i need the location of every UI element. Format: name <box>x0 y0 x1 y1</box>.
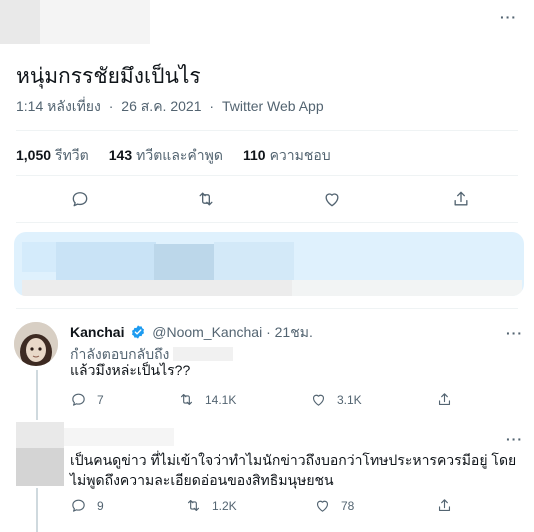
quotes-count: 143 <box>108 147 133 163</box>
retweet-icon <box>180 393 193 406</box>
redacted-display-name[interactable] <box>64 428 174 446</box>
more-options-icon[interactable]: ··· <box>506 432 523 446</box>
redacted-block <box>214 242 294 282</box>
reply-count: 7 <box>97 392 104 407</box>
redacted-author-header <box>0 0 150 44</box>
retweet-icon[interactable] <box>196 189 218 211</box>
tweet-actions <box>0 185 534 215</box>
reply-icon <box>72 393 85 406</box>
more-options-icon[interactable]: ··· <box>506 326 523 340</box>
retweets-count: 1,050 <box>16 147 52 163</box>
like-icon <box>312 394 325 406</box>
reply-icon <box>72 499 85 512</box>
redacted-block <box>22 280 292 296</box>
reply-time[interactable]: 21ชม. <box>275 324 313 340</box>
reply-icon[interactable] <box>70 189 92 211</box>
tweet-date[interactable]: 26 ส.ค. 2021 <box>121 96 201 118</box>
like-icon[interactable] <box>322 189 344 211</box>
thread-line <box>36 370 38 420</box>
redacted-block <box>56 242 156 282</box>
redacted-avatar[interactable] <box>16 422 64 486</box>
meta-separator: · <box>266 324 271 340</box>
reply-text: แล้วมึงหล่ะเป็นไร?? <box>70 362 191 378</box>
more-options-icon[interactable]: ··· <box>500 10 517 24</box>
meta-separator: · <box>209 98 215 114</box>
likes-label: ความชอบ <box>269 147 331 163</box>
share-icon[interactable] <box>451 189 473 211</box>
tweet-source[interactable]: Twitter Web App <box>222 98 324 114</box>
verified-badge-icon <box>130 324 146 340</box>
retweet-icon <box>187 499 200 512</box>
share-action[interactable] <box>436 391 453 408</box>
user-handle[interactable]: @Noom_Kanchai <box>152 324 262 340</box>
like-count: 3.1K <box>337 392 362 407</box>
redacted-reply-composer[interactable] <box>14 232 524 296</box>
likes-count: 110 <box>242 147 266 163</box>
tweet-text: หนุ่มกรรชัยมึงเป็นไร <box>16 65 201 88</box>
divider <box>16 222 518 223</box>
display-name[interactable]: Kanchai <box>70 324 124 340</box>
quotes-label: ทวีตและคำพูด <box>136 147 223 163</box>
retweet-count: 14.1K <box>205 392 237 407</box>
tweet-meta: 1:14 หลังเที่ยง · 26 ส.ค. 2021 · Twitter… <box>16 96 324 118</box>
redacted-mention[interactable] <box>173 347 234 361</box>
thread-line <box>36 488 38 532</box>
redacted-name-block <box>40 0 150 44</box>
retweets-label: รีทวีต <box>55 147 89 163</box>
redacted-block <box>154 244 214 282</box>
redacted-block <box>16 422 64 448</box>
reply-header: Kanchai @Noom_Kanchai · 21ชม. <box>70 322 313 344</box>
retweet-action[interactable]: 14.1K <box>178 391 236 408</box>
tweet-stats: 1,050 รีทวีต 143 ทวีตและคำพูด 110 ความชอบ <box>16 145 331 167</box>
reply-action[interactable]: 9 <box>70 497 104 514</box>
retweet-action[interactable]: 1.2K <box>185 497 237 514</box>
tweet-time[interactable]: 1:14 หลังเที่ยง <box>16 96 101 118</box>
redacted-avatar-block <box>0 0 40 44</box>
divider <box>16 175 518 176</box>
reply-count: 9 <box>97 498 104 513</box>
reply-text: เป็นคนดูข่าว ที่ไม่เข้าใจว่าทำไมนักข่าวถ… <box>70 452 517 488</box>
share-icon <box>438 499 451 512</box>
redacted-block <box>16 448 64 486</box>
share-action[interactable] <box>436 497 453 514</box>
divider <box>16 130 518 131</box>
retweets-stat[interactable]: 1,050 รีทวีต <box>16 145 89 167</box>
like-count: 78 <box>341 498 355 513</box>
share-icon <box>438 393 451 406</box>
avatar[interactable] <box>14 322 58 366</box>
like-action[interactable]: 78 <box>314 497 354 514</box>
divider <box>16 308 518 309</box>
quotes-stat[interactable]: 143 ทวีตและคำพูด <box>109 145 223 167</box>
like-action[interactable]: 3.1K <box>310 391 362 408</box>
retweet-count: 1.2K <box>212 498 237 513</box>
likes-stat[interactable]: 110 ความชอบ <box>243 145 331 167</box>
like-icon <box>316 500 329 512</box>
meta-separator: · <box>108 98 114 114</box>
reply-action[interactable]: 7 <box>70 391 104 408</box>
